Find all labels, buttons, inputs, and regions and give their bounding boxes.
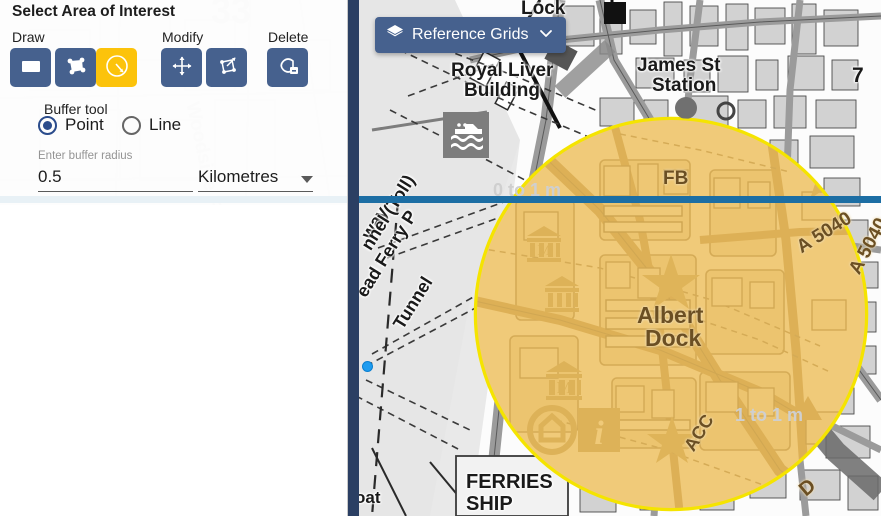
buffer-option-line-label: Line <box>149 115 182 134</box>
reference-grids-label: Reference Grids <box>412 26 529 43</box>
buffer-radius-field: Enter buffer radius <box>38 150 193 192</box>
buffer-units-value: Kilometres <box>198 167 279 186</box>
draw-rectangle-icon <box>19 54 43 81</box>
ferry-icon <box>443 112 489 158</box>
layers-icon <box>386 24 404 47</box>
modify-reshape-button[interactable] <box>206 48 247 87</box>
buffer-option-point[interactable]: Point <box>38 115 104 135</box>
buffer-units-field: Kilometres <box>198 150 313 192</box>
radio-line-indicator[interactable] <box>122 115 141 135</box>
select-area-of-interest-panel: Select Area of Interest Draw Modify Dele… <box>0 0 348 516</box>
reference-grids-button[interactable]: Reference Grids <box>375 17 566 53</box>
delete-shape-icon <box>275 53 301 82</box>
draw-polygon-button[interactable] <box>55 48 96 87</box>
buffer-units-hint <box>198 150 313 166</box>
buffer-radius-hint: Enter buffer radius <box>38 150 133 162</box>
delete-group-label: Delete <box>268 29 309 45</box>
draw-circle-button[interactable] <box>96 48 137 87</box>
radio-point-indicator[interactable] <box>38 115 57 135</box>
chevron-down-icon <box>539 26 553 45</box>
buffer-units-select[interactable]: Kilometres <box>198 166 313 192</box>
draw-polygon-icon <box>64 54 88 81</box>
buffer-option-point-label: Point <box>65 115 104 134</box>
buffer-center-vertex[interactable] <box>362 361 373 372</box>
buffer-radius-input[interactable] <box>38 166 193 188</box>
draw-group-label: Draw <box>12 29 45 45</box>
buffer-option-line[interactable]: Line <box>122 115 181 135</box>
buffer-radius-underline <box>38 166 193 192</box>
page-title: Select Area of Interest <box>12 3 176 20</box>
modify-group-label: Modify <box>162 29 204 45</box>
map-application: M M <box>0 0 881 516</box>
modify-reshape-icon <box>215 54 239 81</box>
modify-move-button[interactable] <box>161 48 202 87</box>
draw-circle-icon <box>104 53 130 82</box>
delete-shape-button[interactable] <box>267 48 308 87</box>
reference-grid-vertical-line <box>348 0 359 516</box>
draw-rectangle-button[interactable] <box>10 48 51 87</box>
panel-empty-area <box>0 205 347 516</box>
chevron-down-icon[interactable] <box>301 176 313 183</box>
modify-move-icon <box>170 54 194 81</box>
